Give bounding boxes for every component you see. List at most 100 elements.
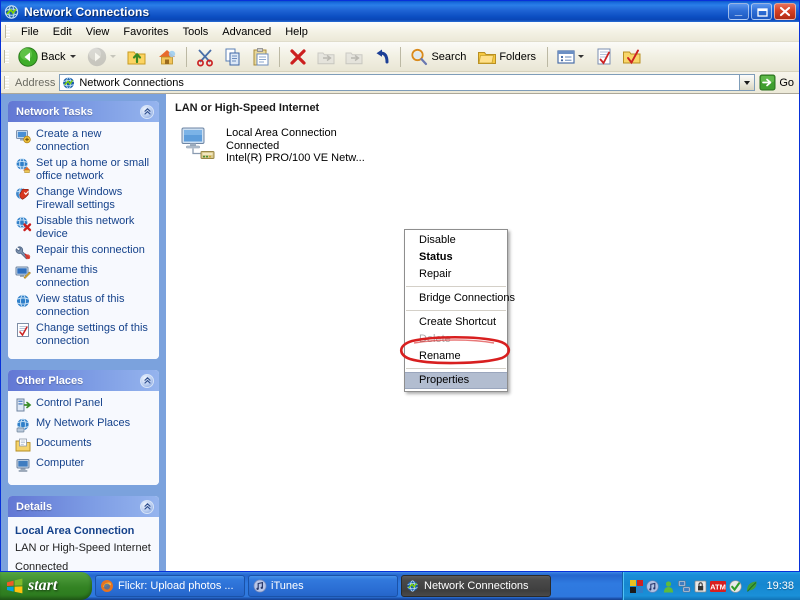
colorblocks-icon[interactable] [630,579,644,593]
place-computer[interactable]: Computer [15,457,152,473]
page-check-icon [594,47,614,67]
task-rename-connection[interactable]: Rename this connection [15,264,152,289]
atm-red-icon[interactable]: ATM [710,580,727,593]
place-my-network-places[interactable]: My Network Places [15,417,152,433]
task-disable-network-device[interactable]: Disable this network device [15,215,152,240]
paste-button[interactable] [247,44,275,69]
cut-button[interactable] [191,44,219,69]
menu-view[interactable]: View [79,24,117,40]
collapse-chevron-icon[interactable] [140,104,154,119]
forward-button[interactable] [82,44,122,69]
forward-dropdown-arrow[interactable] [110,55,117,58]
context-menu-separator [406,368,506,369]
window-body: Network Tasks Create a new connection Se… [1,94,799,571]
antivirus-green-icon[interactable] [729,579,743,593]
task-change-settings[interactable]: Change settings of this connection [15,322,152,347]
place-documents[interactable]: Documents [15,437,152,453]
network-tasks-header[interactable]: Network Tasks [8,101,159,122]
task-change-firewall-settings[interactable]: Change Windows Firewall settings [15,186,152,211]
paste-icon [251,47,271,67]
context-menu-item-create-shortcut[interactable]: Create Shortcut [405,314,507,331]
taskbar-item-network-connections[interactable]: Network Connections [401,575,551,597]
network-tray-icon[interactable] [678,580,691,593]
task-view-status[interactable]: View status of this connection [15,293,152,318]
menu-edit[interactable]: Edit [46,24,79,40]
details-header[interactable]: Details [8,496,159,517]
task-repair-connection[interactable]: Repair this connection [15,244,152,260]
status-globe-icon [15,293,31,309]
home-button[interactable] [152,44,182,69]
menu-help[interactable]: Help [278,24,315,40]
task-label: Set up a home or small office network [36,157,150,182]
search-label: Search [431,50,467,63]
folder-check-icon [622,47,642,67]
undo-button[interactable] [368,44,396,69]
views-dropdown-arrow[interactable] [578,55,585,58]
minimize-button[interactable]: _ [728,3,749,20]
details-type-group: LAN or High-Speed Internet [15,542,152,556]
menu-favorites[interactable]: Favorites [116,24,175,40]
clock[interactable]: 19:38 [766,580,794,592]
back-label: Back [41,50,66,63]
menu-grip[interactable] [5,25,10,38]
delete-button[interactable] [284,44,312,69]
back-dropdown-arrow[interactable] [70,55,77,58]
address-input[interactable]: Network Connections [59,74,740,91]
folder-check-button[interactable] [618,44,646,69]
address-grip[interactable] [4,76,9,89]
toolbar-grip[interactable] [4,50,9,63]
place-label: Documents [36,437,92,449]
menu-file[interactable]: File [14,24,46,40]
itunes-tray-icon[interactable] [646,579,660,593]
close-button[interactable] [774,3,796,20]
up-button[interactable] [122,44,152,69]
connection-tile-local-area-connection[interactable]: Local Area Connection Connected Intel(R)… [175,121,383,169]
details-heading: Local Area Connection [15,525,135,537]
back-button[interactable]: Back [13,44,82,69]
context-menu-item-disable[interactable]: Disable [405,232,507,249]
title-bar[interactable]: Network Connections _ [1,1,799,22]
restore-button[interactable] [751,3,772,20]
menu-advanced[interactable]: Advanced [215,24,278,40]
context-menu-item-rename[interactable]: Rename [405,348,507,365]
content-area: LAN or High-Speed Internet Local Area Co… [166,94,799,571]
task-setup-home-network[interactable]: Set up a home or small office network [15,157,152,182]
views-button[interactable] [552,44,590,69]
context-menu-item-delete: Delete [419,333,451,345]
address-dropdown-button[interactable] [739,74,756,91]
taskbar-item-itunes[interactable]: iTunes [248,575,398,597]
context-menu-item-repair[interactable]: Repair [405,266,507,283]
collapse-chevron-icon[interactable] [140,499,154,514]
task-create-new-connection[interactable]: Create a new connection [15,128,152,153]
start-label: start [28,577,58,594]
taskbar-item-label: Network Connections [424,580,529,592]
user-green-icon[interactable] [662,580,675,593]
start-button[interactable]: start [0,572,92,600]
move-to-button[interactable] [312,44,340,69]
network-tasks-panel: Network Tasks Create a new connection Se… [8,101,159,359]
scissors-icon [195,47,215,67]
context-menu-item-status[interactable]: Status [405,249,507,266]
task-label: Rename this connection [36,264,98,289]
leaf-icon[interactable] [745,580,758,593]
folders-button[interactable]: Folders [473,44,543,69]
network-places-icon [15,417,31,433]
context-menu-item-bridge-connections[interactable]: Bridge Connections [405,290,515,307]
documents-folder-icon [15,437,31,453]
search-button[interactable]: Search [405,44,473,69]
properties-toolbar-button[interactable] [590,44,618,69]
copy-button[interactable] [219,44,247,69]
place-control-panel[interactable]: Control Panel [15,397,152,413]
taskbar-item-flickr[interactable]: Flickr: Upload photos ... [95,575,245,597]
go-button[interactable]: Go [755,73,799,92]
taskbar-item-label: iTunes [271,580,304,592]
context-menu-item-properties[interactable]: Properties [405,372,507,389]
other-places-header[interactable]: Other Places [8,370,159,391]
security-lock-icon[interactable] [694,580,707,593]
menu-tools[interactable]: Tools [176,24,216,40]
copy-to-button[interactable] [340,44,368,69]
collapse-chevron-icon[interactable] [140,373,154,388]
toolbar-separator-3 [400,46,402,67]
undo-arrow-icon [372,47,392,67]
sidebar: Network Tasks Create a new connection Se… [1,94,166,571]
